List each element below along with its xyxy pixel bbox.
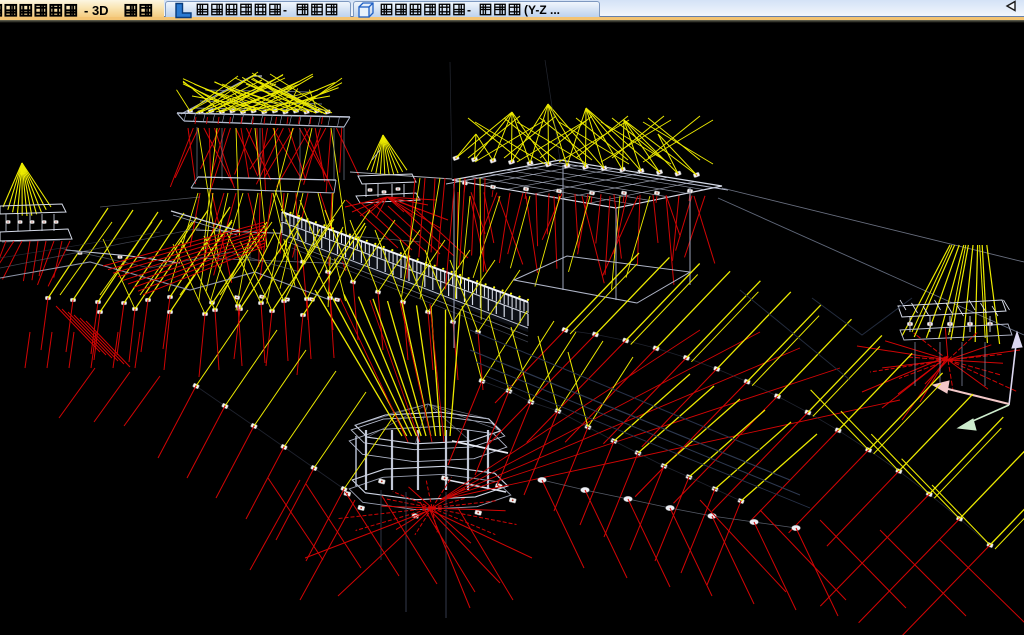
svg-text:- 3D: - 3D [84,3,109,18]
svg-text:-: - [283,3,287,17]
svg-text:(Y-Z ...: (Y-Z ... [524,3,560,17]
svg-text:-: - [467,3,471,17]
